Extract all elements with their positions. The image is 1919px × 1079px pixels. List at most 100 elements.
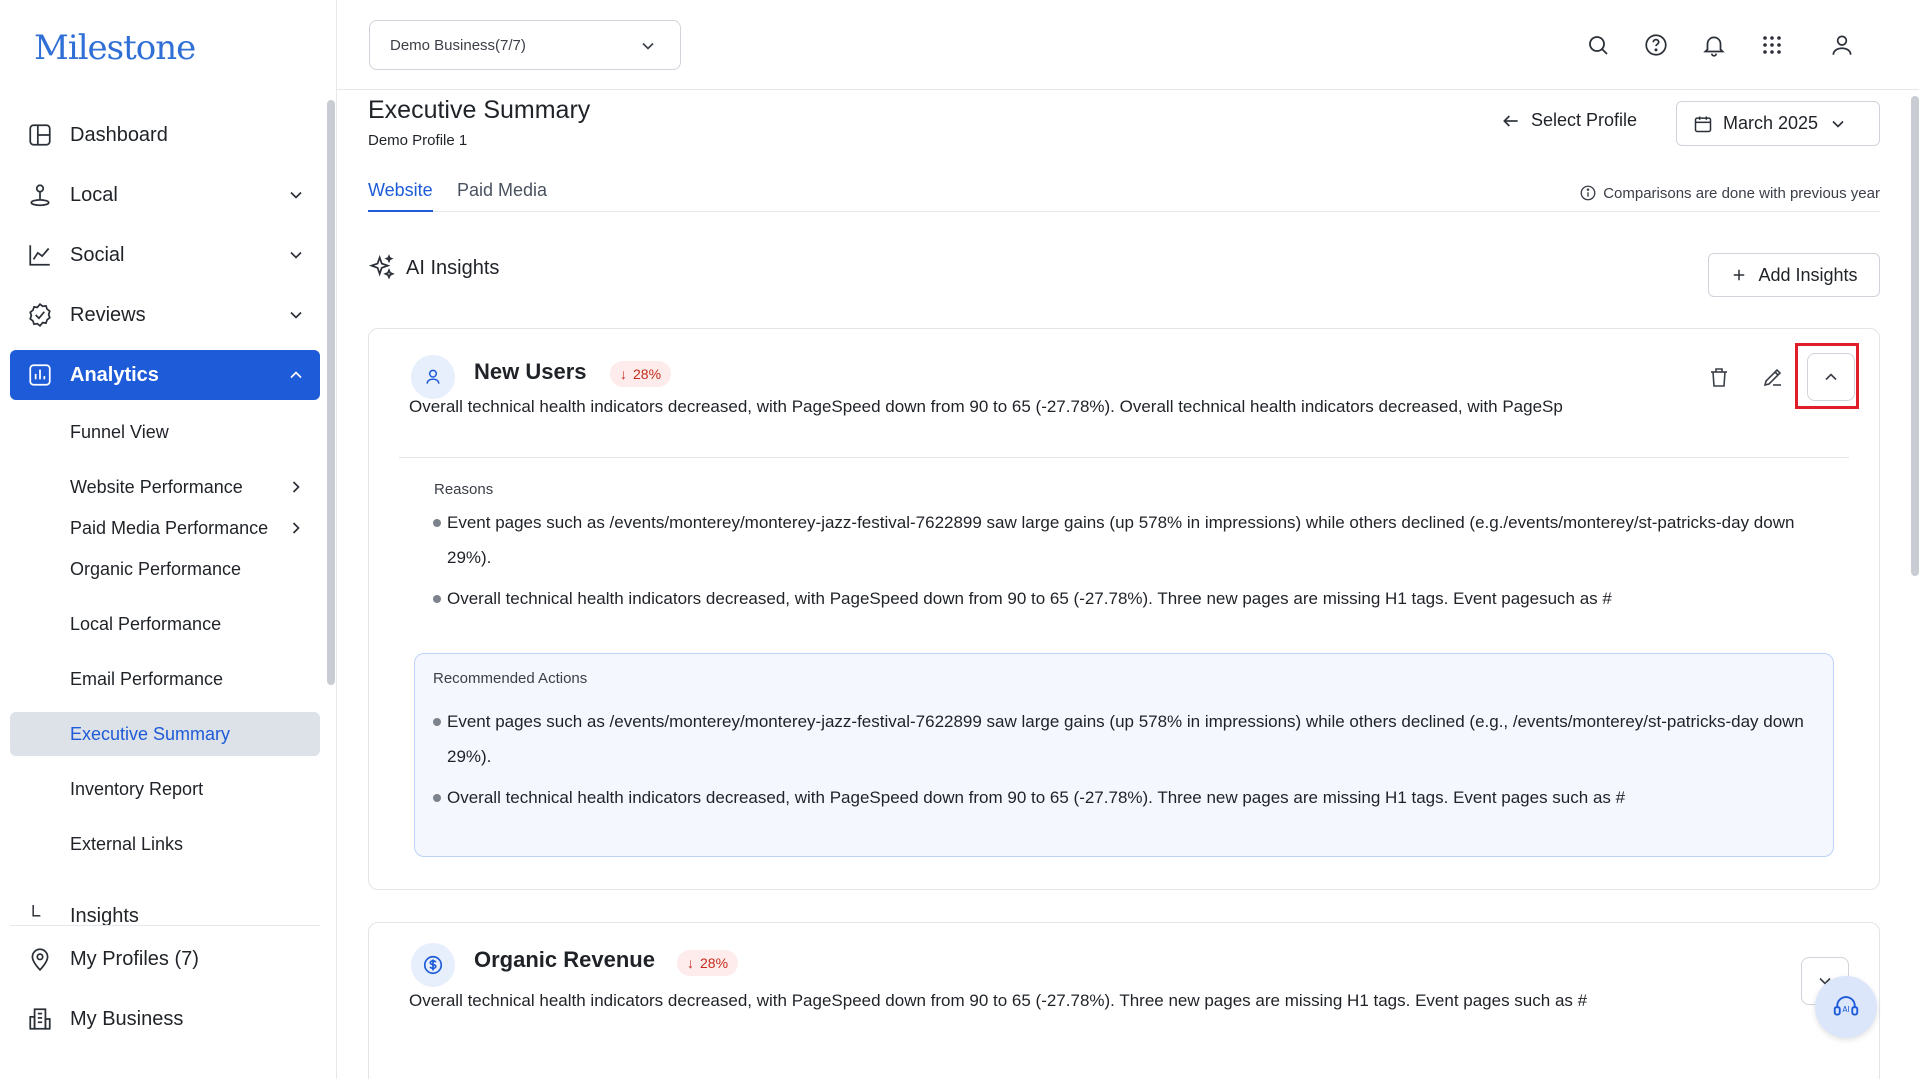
sidebar-item-my-business[interactable]: My Business bbox=[10, 994, 320, 1044]
sidebar: Milestone Dashboard Local Social Reviews… bbox=[0, 0, 337, 1079]
svg-text:AI: AI bbox=[1842, 1005, 1849, 1014]
help-icon[interactable] bbox=[1639, 28, 1673, 62]
change-badge-value: 28% bbox=[633, 366, 662, 382]
sidebar-item-label: Local bbox=[70, 183, 118, 206]
sidebar-item-label: My Business bbox=[70, 1007, 184, 1030]
sidebar-subitem-email-performance[interactable]: Email Performance bbox=[10, 657, 320, 701]
recommended-actions-label: Recommended Actions bbox=[433, 670, 588, 687]
sidebar-bottom: My Profiles (7) My Business bbox=[10, 925, 320, 1054]
list-item: Event pages such as /events/monterey/mon… bbox=[433, 505, 1813, 575]
sidebar-subitem-website-performance[interactable]: Website Performance bbox=[10, 465, 320, 509]
sidebar-nav: Dashboard Local Social Reviews Analytics… bbox=[10, 110, 320, 877]
top-icons bbox=[1581, 28, 1859, 62]
chevron-down-icon bbox=[1832, 120, 1844, 128]
sidebar-item-dashboard[interactable]: Dashboard bbox=[10, 110, 320, 160]
card-summary: Overall technical health indicators decr… bbox=[409, 397, 1563, 416]
reasons-label: Reasons bbox=[434, 481, 494, 498]
sidebar-item-label: Insights bbox=[70, 905, 139, 925]
chevron-down-icon bbox=[290, 191, 302, 199]
check-badge-icon bbox=[26, 301, 54, 329]
sidebar-item-insights[interactable]: └ Insights bbox=[26, 905, 139, 925]
sidebar-scrollbar[interactable] bbox=[327, 100, 335, 685]
business-select[interactable]: Demo Business(7/7) bbox=[369, 20, 681, 70]
sidebar-subitem-organic-performance[interactable]: Organic Performance bbox=[10, 547, 320, 591]
sidebar-item-label: Social bbox=[70, 243, 125, 266]
subitem-label: Local Performance bbox=[70, 613, 222, 634]
main-content: Executive Summary Demo Profile 1 Select … bbox=[368, 90, 1880, 1079]
chevron-up-icon bbox=[290, 371, 302, 379]
apps-grid-icon[interactable] bbox=[1755, 28, 1789, 62]
list-item: Event pages such as /events/monterey/mon… bbox=[433, 704, 1813, 774]
plus-icon bbox=[1734, 269, 1745, 281]
page-subtitle: Demo Profile 1 bbox=[368, 132, 468, 149]
business-select-value: Demo Business(7/7) bbox=[390, 36, 526, 54]
comparison-note: Comparisons are done with previous year bbox=[1579, 184, 1880, 202]
subitem-label: Inventory Report bbox=[70, 778, 204, 799]
recommendations-list: Event pages such as /events/monterey/mon… bbox=[433, 704, 1813, 821]
subitem-label: Paid Media Performance bbox=[70, 517, 269, 538]
select-profile-link[interactable]: Select Profile bbox=[1501, 110, 1637, 131]
edit-button[interactable] bbox=[1753, 357, 1793, 397]
sidebar-subitem-local-performance[interactable]: Local Performance bbox=[10, 602, 320, 646]
chevron-right-icon bbox=[292, 481, 300, 493]
insight-card-organic-revenue: Organic Revenue ↓ 28% Overall technical … bbox=[368, 922, 1880, 1079]
arrow-down-icon: ↓ bbox=[687, 955, 694, 971]
reasons-list: Event pages such as /events/monterey/mon… bbox=[433, 505, 1813, 622]
change-badge: ↓ 28% bbox=[610, 361, 672, 387]
add-insights-button[interactable]: Add Insights bbox=[1708, 253, 1880, 297]
change-badge: ↓ 28% bbox=[677, 950, 739, 976]
main-scrollbar[interactable] bbox=[1911, 96, 1919, 576]
trash-icon bbox=[1711, 368, 1727, 387]
sidebar-item-local[interactable]: Local bbox=[10, 170, 320, 220]
sidebar-item-analytics[interactable]: Analytics bbox=[10, 350, 320, 400]
pencil-icon bbox=[1763, 368, 1782, 387]
chevron-down-icon bbox=[290, 251, 302, 259]
top-bar: Demo Business(7/7) bbox=[337, 0, 1919, 90]
sidebar-subitem-external-links[interactable]: External Links bbox=[10, 822, 320, 866]
user-icon[interactable] bbox=[1825, 28, 1859, 62]
sparkles-icon bbox=[368, 254, 395, 280]
recommended-actions-box: Recommended Actions Event pages such as … bbox=[414, 653, 1834, 857]
chevron-right-icon bbox=[292, 522, 300, 534]
chevron-down-icon bbox=[642, 42, 654, 50]
sidebar-item-label: Analytics bbox=[70, 363, 159, 386]
select-profile-label: Select Profile bbox=[1531, 110, 1638, 130]
chevron-down-icon bbox=[290, 311, 302, 319]
sidebar-subitem-inventory-report[interactable]: Inventory Report bbox=[10, 767, 320, 811]
sidebar-subitem-executive-summary[interactable]: Executive Summary bbox=[10, 712, 320, 756]
tab-website[interactable]: Website bbox=[368, 180, 433, 212]
sidebar-item-label: My Profiles (7) bbox=[70, 947, 199, 970]
sidebar-item-label: Reviews bbox=[70, 303, 146, 326]
delete-button[interactable] bbox=[1699, 357, 1739, 397]
month-select-value: March 2025 bbox=[1723, 113, 1819, 133]
sidebar-item-reviews[interactable]: Reviews bbox=[10, 290, 320, 340]
card-title: Organic Revenue bbox=[474, 947, 655, 972]
building-icon bbox=[26, 1005, 54, 1033]
card-title: New Users bbox=[474, 359, 587, 384]
bell-icon[interactable] bbox=[1697, 28, 1731, 62]
sidebar-subitem-funnel-view[interactable]: Funnel View bbox=[10, 410, 320, 454]
month-select[interactable]: March 2025 bbox=[1676, 101, 1880, 146]
bar-chart-icon bbox=[26, 361, 54, 389]
sidebar-subitem-paid-media-performance[interactable]: Paid Media Performance bbox=[10, 506, 320, 550]
subitem-label: Organic Performance bbox=[70, 558, 242, 579]
tab-paid-media[interactable]: Paid Media bbox=[457, 180, 547, 212]
card-summary: Overall technical health indicators decr… bbox=[409, 991, 1588, 1010]
arrow-down-icon: ↓ bbox=[620, 366, 627, 382]
insights-icon: └ bbox=[26, 905, 41, 925]
arrow-left-icon bbox=[1503, 114, 1518, 127]
calendar-icon bbox=[1694, 116, 1712, 132]
ai-assistant-button[interactable]: AI bbox=[1815, 976, 1877, 1038]
sidebar-item-social[interactable]: Social bbox=[10, 230, 320, 280]
dollar-icon bbox=[411, 943, 455, 987]
sidebar-item-label: Dashboard bbox=[70, 123, 168, 146]
list-item: Overall technical health indicators decr… bbox=[433, 581, 1813, 616]
sidebar-item-my-profiles[interactable]: My Profiles (7) bbox=[10, 934, 320, 984]
subitem-label: Funnel View bbox=[70, 421, 169, 442]
app-root: Milestone Dashboard Local Social Reviews… bbox=[0, 0, 1919, 1079]
search-icon[interactable] bbox=[1581, 28, 1615, 62]
subitem-label: External Links bbox=[70, 833, 184, 854]
milestone-logo[interactable]: Milestone bbox=[34, 28, 196, 68]
subitem-label: Email Performance bbox=[70, 668, 224, 689]
subitem-label: Website Performance bbox=[70, 476, 243, 497]
